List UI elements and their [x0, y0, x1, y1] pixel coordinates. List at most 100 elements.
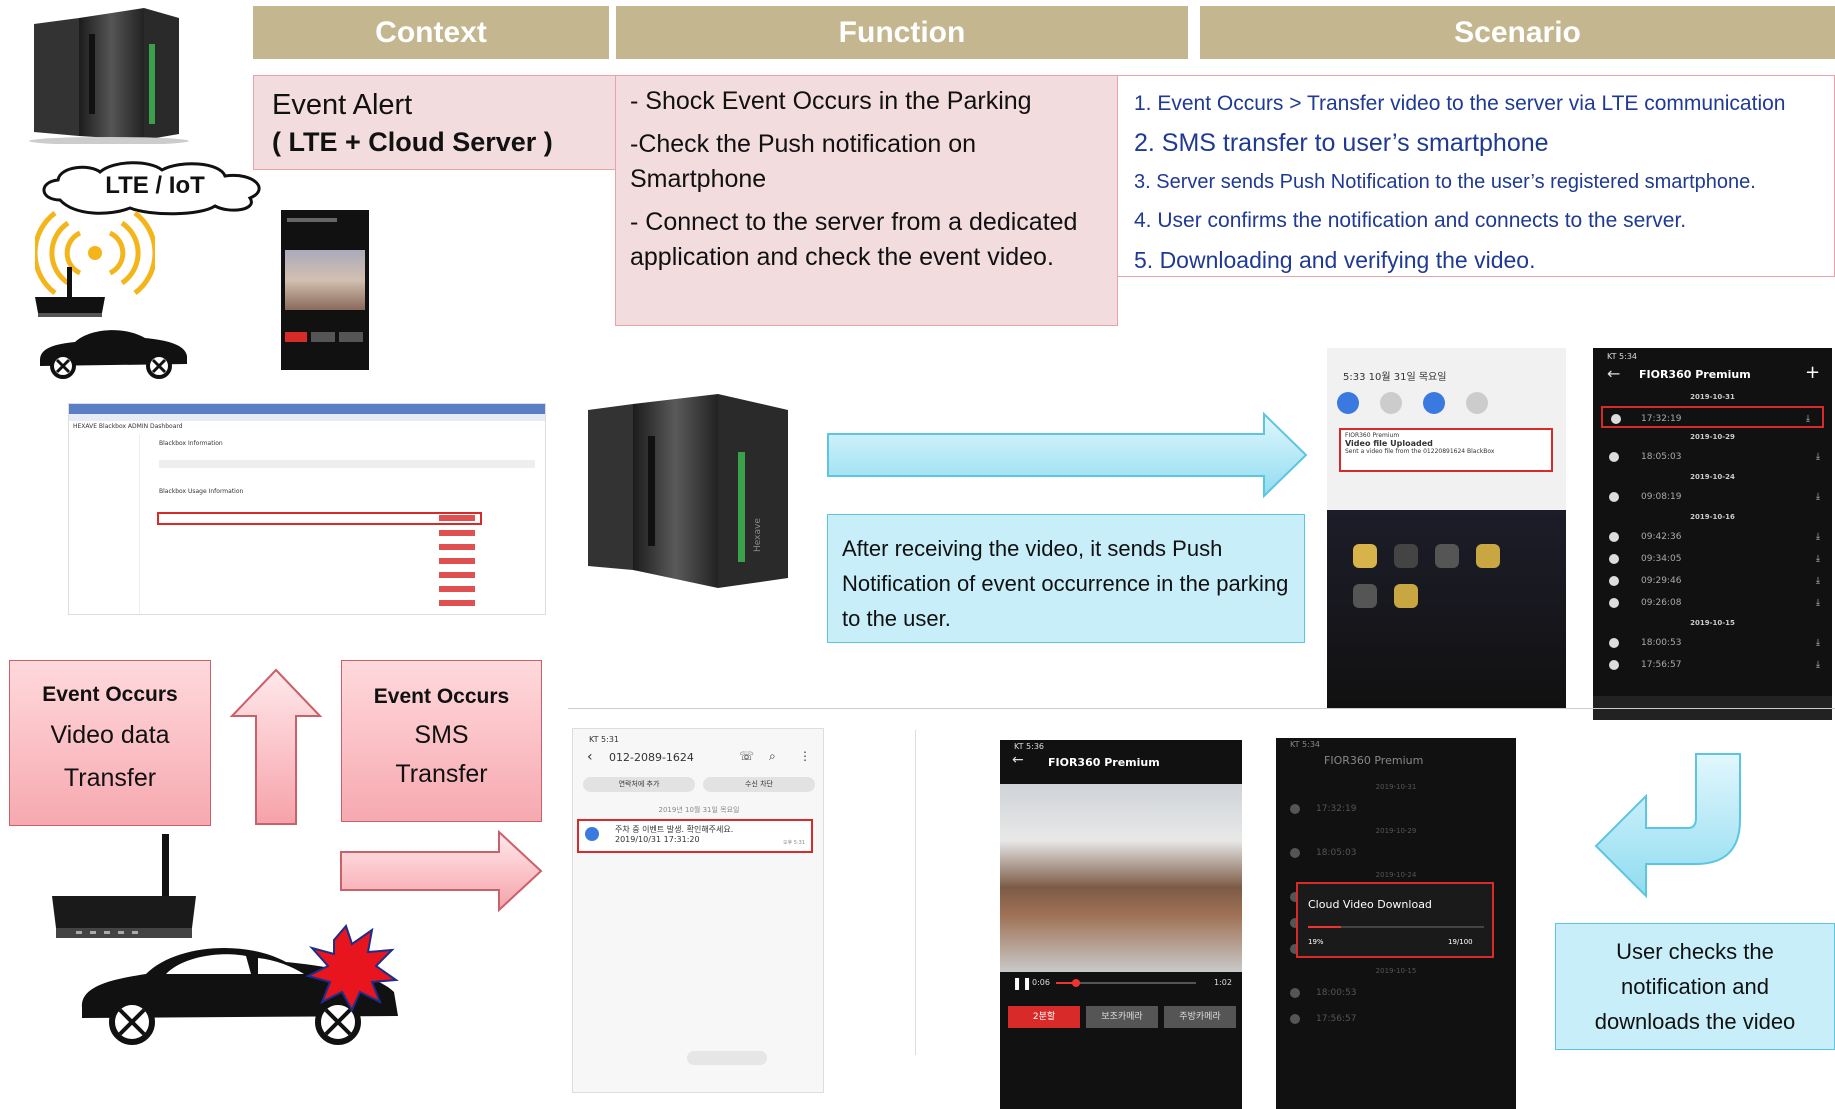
download-icon[interactable]: ⤓: [1816, 486, 1820, 508]
scenario-box: 1. Event Occurs > Transfer video to the …: [1118, 75, 1835, 277]
row-dot: [1290, 988, 1300, 998]
video-back-icon[interactable]: ←: [1012, 752, 1024, 768]
row-time: 18:05:03: [1641, 452, 1682, 462]
notif-body: Sent a video file from the 01220891624 B…: [1345, 448, 1495, 455]
header-context: Context: [253, 6, 609, 59]
scenario-item: 4. User confirms the notification and co…: [1134, 209, 1687, 232]
function-box: - Shock Event Occurs in the Parking -Che…: [615, 75, 1118, 326]
download-icon[interactable]: ⤓: [1816, 592, 1820, 614]
recording-row[interactable]: 09:42:36 ⤓: [1593, 526, 1832, 548]
user-caption-box: User checks the notification and downloa…: [1555, 923, 1835, 1050]
sms-back-icon[interactable]: ‹: [587, 749, 593, 765]
sms-message[interactable]: 주차 중 이벤트 발생. 확인해주세요. 2019/10/31 17:31:20…: [577, 819, 813, 853]
recording-row[interactable]: 17:56:57: [1276, 1006, 1516, 1032]
list-title: FIOR360 Premium: [1639, 368, 1751, 381]
recording-row[interactable]: 17:32:19: [1276, 796, 1516, 822]
divider: [568, 708, 1835, 709]
download-icon[interactable]: ⤓: [1816, 632, 1820, 654]
recording-row[interactable]: 18:05:03 ⤓: [1593, 446, 1832, 468]
download-icon[interactable]: ⤓: [1816, 526, 1820, 548]
recording-row[interactable]: 09:08:19 ⤓: [1593, 486, 1832, 508]
video-elapsed: 0:06: [1032, 978, 1050, 987]
date-header: 2019-10-31: [1690, 393, 1735, 401]
cloud-label: LTE / IoT: [105, 172, 205, 199]
download-icon[interactable]: ⤓: [1806, 408, 1810, 430]
video-total: 1:02: [1214, 978, 1232, 987]
context-subtitle: ( LTE + Cloud Server ): [272, 127, 553, 157]
download-count: 19/100: [1448, 938, 1473, 946]
sms-text-2: 2019/10/31 17:31:20: [615, 835, 700, 844]
add-contact-button[interactable]: 연락처에 추가: [583, 777, 695, 792]
notification-phone: 5:33 10월 31일 목요일 FIOR360 Premium Video f…: [1327, 348, 1566, 708]
scenario-item: 1. Event Occurs > Transfer video to the …: [1134, 92, 1786, 115]
row-dot: [1609, 492, 1619, 502]
notif-time: 5:33 10월 31일 목요일: [1343, 372, 1447, 383]
server-icon: [29, 8, 189, 144]
car-event-icon: [81, 924, 399, 1045]
video-player-phone: KT 5:36 ← FIOR360 Premium ❚❚ 0:06 1:02 2…: [1000, 740, 1242, 1109]
right-arrow: [827, 412, 1308, 498]
recording-row[interactable]: 18:00:53 ⤓: [1593, 632, 1832, 654]
video-frame: [1000, 784, 1242, 972]
row-dot: [1609, 452, 1619, 462]
cabin-camera-button[interactable]: 주방카메라: [1164, 1006, 1236, 1028]
search-icon[interactable]: ⌕: [769, 749, 776, 764]
context-box: Event Alert ( LTE + Cloud Server ): [253, 75, 616, 170]
download-title: FIOR360 Premium: [1324, 754, 1424, 767]
row-dot: [1290, 1014, 1300, 1024]
notif-app: FIOR360 Premium: [1345, 432, 1400, 439]
sms-text-1: 주차 중 이벤트 발생. 확인해주세요.: [615, 825, 734, 834]
download-icon[interactable]: ⤓: [1816, 548, 1820, 570]
notif-title: Video file Uploaded: [1345, 439, 1433, 448]
add-icon[interactable]: +: [1805, 362, 1820, 383]
row-dot: [1609, 660, 1619, 670]
header-function: Function: [616, 6, 1188, 59]
notification-card[interactable]: FIOR360 Premium Video file Uploaded Sent…: [1339, 428, 1553, 472]
car-icon: [40, 330, 187, 379]
pause-icon[interactable]: ❚❚: [1012, 976, 1032, 990]
list-status: KT 5:34: [1607, 352, 1638, 361]
recording-row[interactable]: 18:00:53: [1276, 980, 1516, 1006]
event-box-video: Event Occurs Video data Transfer: [9, 660, 211, 826]
download-progress: [1308, 926, 1484, 928]
push-caption-box: After receiving the video, it sends Push…: [827, 514, 1305, 643]
recording-row[interactable]: 17:56:57 ⤓: [1593, 654, 1832, 676]
call-icon[interactable]: ☏: [739, 749, 754, 763]
download-icon[interactable]: ⤓: [1816, 654, 1820, 676]
recording-row[interactable]: 09:26:08 ⤓: [1593, 592, 1832, 614]
split-button[interactable]: 2분할: [1008, 1006, 1080, 1028]
push-caption: After receiving the video, it sends Push…: [842, 536, 1289, 631]
row-dot: [1609, 598, 1619, 608]
sms-phone: KT 5:31 ‹ 012-2089-1624 ☏ ⌕ ⋮ 연락처에 추가 수신…: [572, 728, 824, 1093]
recording-row[interactable]: 18:05:03: [1276, 840, 1516, 866]
date-header: 2019-10-15: [1375, 967, 1417, 975]
download-icon[interactable]: ⤓: [1816, 446, 1820, 468]
row-dot: [1609, 638, 1619, 648]
block-button[interactable]: 수신 차단: [703, 777, 815, 792]
user-caption: User checks the notification and downloa…: [1594, 939, 1796, 1034]
aux-camera-button[interactable]: 보조카메라: [1086, 1006, 1158, 1028]
sms-status: KT 5:31: [589, 735, 620, 744]
more-icon[interactable]: ⋮: [799, 749, 811, 763]
recordings-list-phone: KT 5:34 ← FIOR360 Premium + 2019-10-31 17…: [1593, 348, 1832, 720]
admin-dashboard-screenshot: HEXAVE Blackbox ADMIN Dashboard Blackbox…: [68, 403, 546, 615]
recording-row[interactable]: 09:34:05 ⤓: [1593, 548, 1832, 570]
video-progress[interactable]: [1056, 979, 1196, 987]
row-dot: [1609, 554, 1619, 564]
event-box-sms-line3: Transfer: [395, 760, 488, 788]
function-item: - Shock Event Occurs in the Parking: [630, 87, 1032, 115]
video-title: FIOR360 Premium: [1048, 756, 1160, 769]
date-header: 2019-10-16: [1690, 513, 1735, 521]
back-icon[interactable]: ←: [1607, 364, 1620, 383]
sms-number: 012-2089-1624: [609, 751, 694, 764]
recording-row[interactable]: 09:29:46 ⤓: [1593, 570, 1832, 592]
download-icon[interactable]: ⤓: [1816, 570, 1820, 592]
recording-row[interactable]: 17:32:19 ⤓: [1601, 406, 1824, 428]
sms-input-bar[interactable]: [583, 1049, 815, 1067]
divider-vertical: [915, 730, 916, 1055]
event-box-video-title: Event Occurs: [42, 683, 178, 706]
download-dialog: Cloud Video Download 19% 19/100: [1296, 882, 1494, 958]
dashboard-title: HEXAVE Blackbox ADMIN Dashboard: [73, 423, 183, 430]
recordings-list: 2019-10-31 17:32:19 ⤓ 2019-10-29 18:05:03 ⤓ 20…: [1593, 388, 1832, 676]
date-header: 2019-10-24: [1690, 473, 1735, 481]
